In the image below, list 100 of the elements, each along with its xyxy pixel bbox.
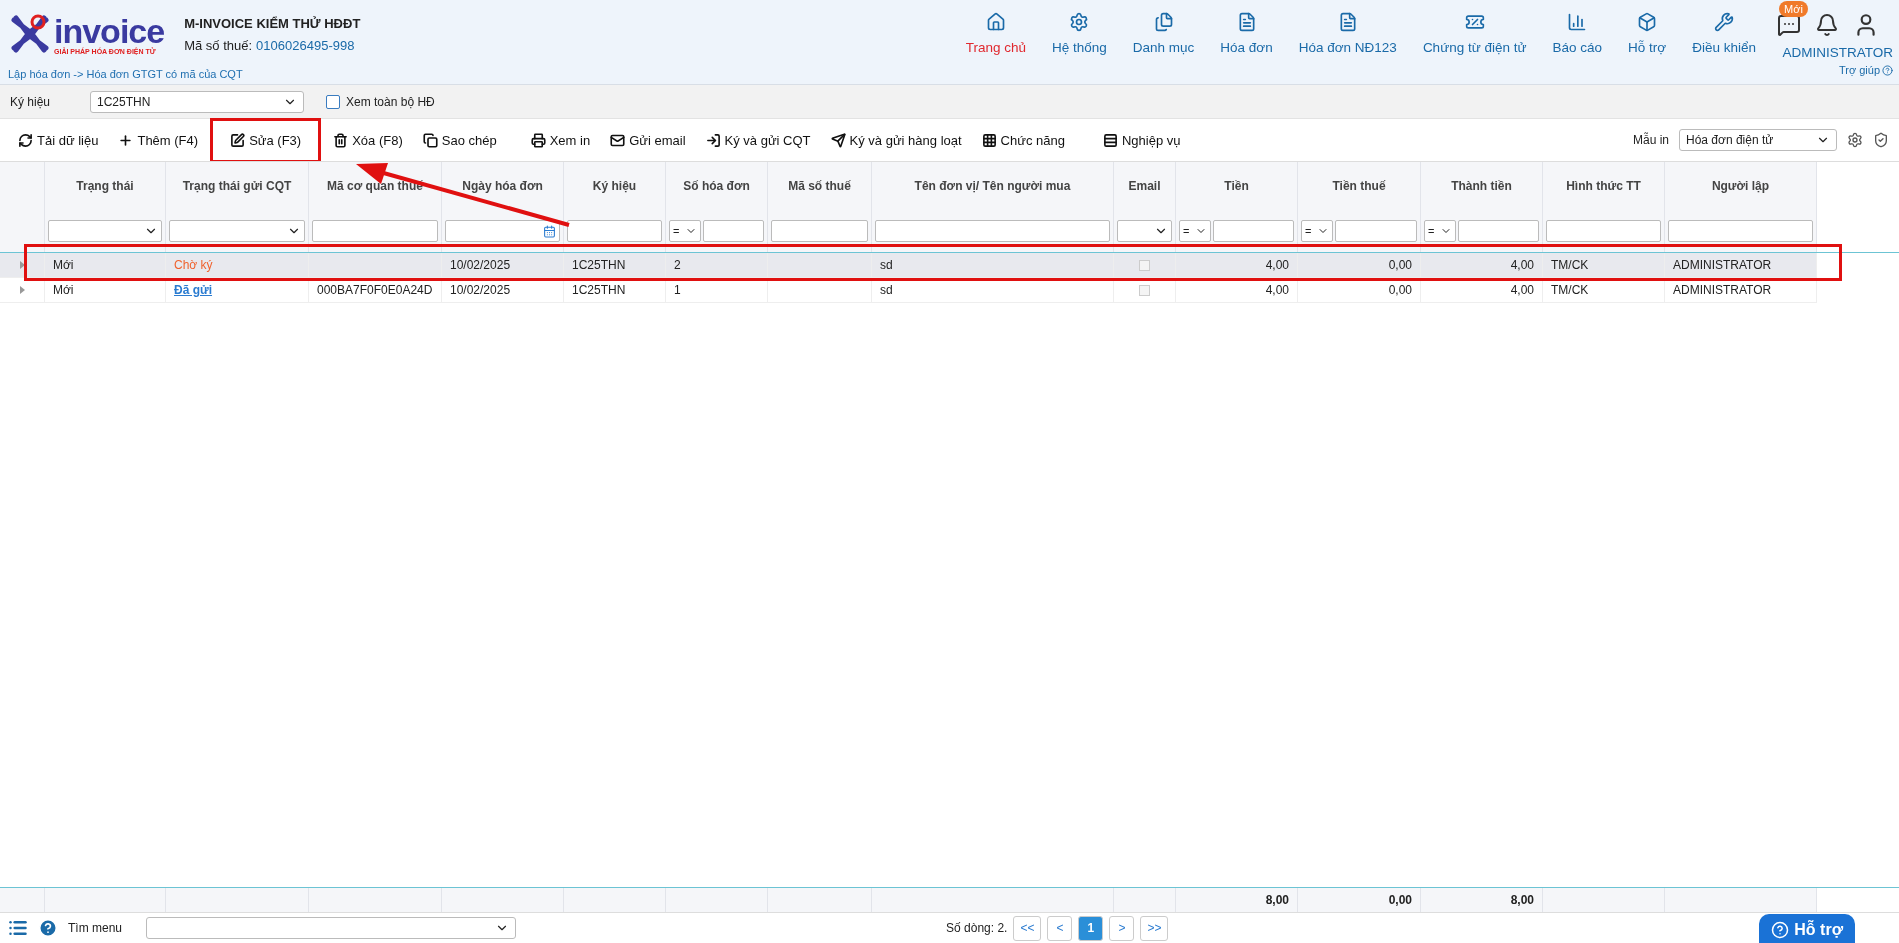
nav-item[interactable]: Điều khiển [1679, 12, 1769, 55]
nav-item[interactable]: Báo cáo [1539, 12, 1616, 55]
menu-search-label: Tìm menu [68, 921, 122, 935]
list-icon [1102, 132, 1118, 148]
row-indicator-icon [20, 286, 25, 294]
printer-icon [530, 132, 546, 148]
row-checkbox[interactable] [1139, 284, 1150, 296]
row-indicator-icon [20, 261, 25, 269]
copy-icon [422, 132, 438, 148]
column-header[interactable]: Hình thức TT [1543, 162, 1665, 210]
breadcrumb: Lập hóa đơn -> Hóa đơn GTGT có mã của CQT [8, 68, 244, 80]
page-button[interactable]: > [1109, 915, 1135, 941]
column-header[interactable]: Email [1114, 162, 1176, 210]
support-button[interactable]: Hỗ trợ [1759, 914, 1855, 943]
nav-item[interactable]: Chứng từ điện tử [1409, 12, 1540, 55]
total-value: 0,00 [1388, 893, 1412, 907]
column-header[interactable]: Người lập [1665, 162, 1817, 210]
table-cell: 10/02/2025 [450, 258, 511, 272]
user-name[interactable]: ADMINISTRATOR [1782, 45, 1893, 60]
operator-select[interactable]: = [1179, 220, 1211, 242]
page-button[interactable]: << [1013, 915, 1042, 941]
logo-text: invoice [54, 13, 165, 48]
edit-icon [230, 132, 246, 148]
nav-item[interactable]: Trang chủ [952, 12, 1039, 55]
show-all-checkbox[interactable] [326, 94, 341, 109]
filter-field[interactable] [1546, 220, 1661, 242]
toolbar-button[interactable]: Gửi email [602, 128, 694, 152]
box-icon [1637, 12, 1658, 32]
toolbar-button[interactable]: Sao chép [414, 128, 505, 152]
print-template-select[interactable]: Hóa đơn điện tử [1679, 129, 1837, 151]
filter-field[interactable] [567, 220, 662, 242]
nav-item[interactable]: Hỗ trợ [1615, 12, 1680, 55]
column-header[interactable]: Ngày hóa đơn [442, 162, 564, 210]
column-header[interactable]: Ký hiệu [564, 162, 666, 210]
toolbar-button[interactable]: Thêm (F4) [110, 128, 207, 152]
page-button[interactable]: < [1047, 915, 1073, 941]
column-header[interactable]: Tiền [1176, 162, 1298, 210]
filter-field[interactable] [1213, 220, 1294, 242]
nav-item[interactable]: Hệ thống [1039, 12, 1120, 55]
table-cell: 0,00 [1388, 258, 1412, 272]
table-cell: 4,00 [1510, 258, 1534, 272]
filter-field[interactable] [1668, 220, 1813, 242]
table-cell: 4,00 [1265, 283, 1289, 297]
help-link[interactable]: Trợ giúp [1838, 64, 1893, 76]
table-cell: 0,00 [1388, 283, 1412, 297]
operator-select[interactable]: = [1301, 220, 1333, 242]
help-icon [1882, 64, 1893, 76]
column-header[interactable]: Trạng thái [45, 162, 166, 210]
help-icon[interactable] [38, 918, 58, 938]
filter-select[interactable] [48, 220, 162, 242]
bell-icon[interactable] [1815, 13, 1839, 37]
help-icon [1771, 921, 1790, 939]
menu-search-select[interactable] [146, 917, 516, 939]
filter-field[interactable] [875, 220, 1110, 242]
page-button[interactable]: >> [1140, 915, 1169, 941]
tax-code-value: 0106026495-998 [256, 37, 355, 53]
row-checkbox[interactable] [1139, 259, 1150, 271]
filter-select[interactable] [169, 220, 305, 242]
toolbar-button[interactable]: Nghiệp vụ [1094, 128, 1189, 152]
column-header[interactable]: Mã số thuế [768, 162, 872, 210]
filter-field[interactable] [1335, 220, 1417, 242]
column-header[interactable]: Tên đơn vị/ Tên người mua [872, 162, 1114, 210]
nav-item[interactable]: Hóa đơn [1207, 12, 1286, 55]
operator-select[interactable]: = [669, 220, 701, 242]
column-header[interactable]: Trạng thái gửi CQT [166, 162, 309, 210]
toolbar-button[interactable]: Xóa (F8) [325, 128, 411, 152]
toolbar-button[interactable]: Tải dữ liệu [10, 128, 107, 152]
table-cell: 1C25THN [572, 283, 626, 297]
show-all-label: Xem toàn bộ HĐ [346, 94, 435, 109]
grid-icon [981, 132, 997, 148]
toolbar-button[interactable]: Chức năng [973, 128, 1073, 152]
table-row[interactable]: Mới Chờ ký 10/02/2025 1C25THN 2 sd 4,00 0,00 4,00 TM/CK ADMINISTRATOR [0, 253, 1817, 278]
table-cell: ADMINISTRATOR [1673, 283, 1772, 297]
toolbar-button[interactable]: Xem in [522, 128, 599, 152]
filter-field[interactable] [1458, 220, 1539, 242]
symbol-select[interactable]: 1C25THN [90, 90, 305, 113]
chat-icon[interactable] [1777, 13, 1801, 37]
filter-field[interactable] [703, 220, 764, 242]
table-cell: 000BA7F0F0E0A24D [317, 283, 433, 297]
total-value: 8,00 [1265, 893, 1289, 907]
settings-icon[interactable] [1847, 132, 1863, 148]
menu-icon[interactable] [8, 918, 28, 938]
table-cell: TM/CK [1551, 258, 1589, 272]
nav-item[interactable]: Hóa đơn NĐ123 [1285, 12, 1410, 55]
operator-select[interactable]: = [1424, 220, 1456, 242]
toolbar-button[interactable]: Ký và gửi CQT [697, 128, 819, 152]
table-cell: 1 [674, 283, 681, 297]
table-cell: sd [880, 283, 893, 297]
column-header[interactable]: Tiền thuế [1298, 162, 1421, 210]
ticket-icon [1464, 12, 1485, 32]
date-filter-field[interactable] [445, 220, 560, 242]
filter-field[interactable] [312, 220, 438, 242]
column-header[interactable]: Thành tiền [1421, 162, 1543, 210]
filter-select[interactable] [1117, 220, 1172, 242]
nav-item[interactable]: Danh mục [1119, 12, 1208, 55]
toolbar-button[interactable]: Ký và gửi hàng loạt [822, 128, 970, 152]
column-header[interactable]: Số hóa đơn [666, 162, 768, 210]
status-link[interactable]: Đã gửi [174, 283, 213, 297]
shield-icon[interactable] [1873, 132, 1889, 148]
filter-field[interactable] [771, 220, 868, 242]
